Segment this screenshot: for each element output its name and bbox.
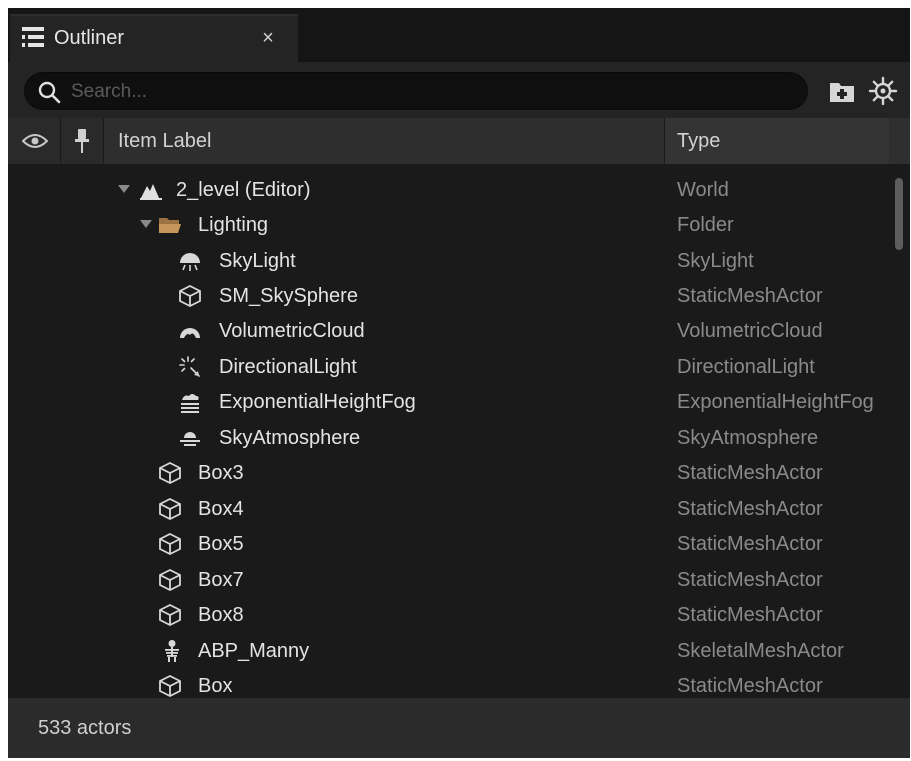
row-label: Box5: [198, 533, 244, 555]
tree-row-world[interactable]: 2_level (Editor) World: [8, 173, 888, 208]
world-icon: [140, 184, 162, 200]
scrollbar-thumb[interactable]: [895, 178, 903, 250]
search-box: [24, 72, 808, 111]
row-type: StaticMeshActor: [677, 569, 823, 591]
row-label: ExponentialHeightFog: [219, 391, 416, 413]
row-type: SkyAtmosphere: [677, 427, 819, 449]
static-mesh-icon: [159, 674, 181, 698]
outliner-tree: 2_level (Editor) World Lighting Folder S…: [8, 164, 888, 698]
static-mesh-icon: [159, 532, 181, 556]
tree-row-exponential-height-fog[interactable]: ExponentialHeightFog ExponentialHeightFo…: [8, 385, 888, 420]
search-toolbar: [8, 62, 910, 118]
pin-column-header[interactable]: [60, 118, 103, 164]
height-fog-icon: [181, 394, 199, 413]
add-folder-icon[interactable]: [828, 78, 856, 104]
tree-row-directional-light[interactable]: DirectionalLight DirectionalLight: [8, 350, 888, 385]
row-label: VolumetricCloud: [219, 320, 365, 342]
tree-row-box7[interactable]: Box7 StaticMeshActor: [8, 563, 888, 598]
row-type: World: [677, 179, 729, 201]
row-label: Box3: [198, 462, 244, 484]
row-type: StaticMeshActor: [677, 675, 823, 697]
tree-row-box8[interactable]: Box8 StaticMeshActor: [8, 598, 888, 633]
actor-count: 533 actors: [38, 717, 132, 739]
pin-icon: [75, 129, 89, 153]
tree-row-box[interactable]: Box StaticMeshActor: [8, 669, 888, 698]
row-label: SM_SkySphere: [219, 285, 358, 307]
tree-row-abp-manny[interactable]: ABP_Manny SkeletalMeshActor: [8, 634, 888, 669]
row-type: SkeletalMeshActor: [677, 640, 844, 662]
tree-row-volumetric-cloud[interactable]: VolumetricCloud VolumetricCloud: [8, 314, 888, 349]
row-type: StaticMeshActor: [677, 604, 823, 626]
tree-row-skylight[interactable]: SkyLight SkyLight: [8, 244, 888, 279]
search-icon: [38, 81, 61, 104]
close-icon[interactable]: ×: [258, 28, 278, 48]
tree-row-sm-skysphere[interactable]: SM_SkySphere StaticMeshActor: [8, 279, 888, 314]
sky-atmosphere-icon: [180, 432, 200, 446]
type-column-header[interactable]: Type: [664, 118, 889, 164]
outliner-list-icon: [22, 27, 44, 47]
outliner-panel: Outliner × Search... Item Label Type 2_l…: [8, 8, 910, 758]
settings-gear-icon[interactable]: [868, 76, 898, 106]
row-type: StaticMeshActor: [677, 498, 823, 520]
expand-arrow-icon[interactable]: [118, 185, 130, 195]
type-header-text: Type: [677, 130, 721, 152]
visibility-column-header[interactable]: [8, 118, 60, 164]
vertical-scrollbar[interactable]: [888, 164, 910, 698]
column-header: Item Label Type: [8, 118, 910, 164]
row-label: Box8: [198, 604, 244, 626]
status-bar: 533 actors: [8, 698, 910, 758]
folder-icon: [159, 218, 181, 233]
static-mesh-icon: [159, 497, 181, 521]
row-label: DirectionalLight: [219, 356, 357, 378]
expand-arrow-icon[interactable]: [140, 220, 152, 230]
row-type: StaticMeshActor: [677, 533, 823, 555]
row-label: Box7: [198, 569, 244, 591]
row-type: SkyLight: [677, 250, 754, 272]
volumetric-cloud-icon: [180, 328, 200, 338]
static-mesh-icon: [159, 568, 181, 592]
row-type: VolumetricCloud: [677, 320, 823, 342]
row-label: 2_level (Editor): [176, 179, 311, 201]
row-label: Box: [198, 675, 233, 697]
tree-row-sky-atmosphere[interactable]: SkyAtmosphere SkyAtmosphere: [8, 421, 888, 456]
row-label: ABP_Manny: [198, 640, 310, 662]
static-mesh-icon: [179, 284, 201, 308]
directional-light-icon: [179, 356, 200, 377]
static-mesh-icon: [159, 461, 181, 485]
row-label: Lighting: [198, 214, 269, 236]
row-type: StaticMeshActor: [677, 462, 823, 484]
skeletal-mesh-icon: [165, 640, 179, 662]
row-label: Box4: [198, 498, 244, 520]
row-label: SkyLight: [219, 250, 296, 272]
tree-row-box5[interactable]: Box5 StaticMeshActor: [8, 527, 888, 562]
row-type: Folder: [677, 214, 734, 236]
eye-icon: [22, 134, 48, 148]
item-label-header-text: Item Label: [118, 130, 212, 152]
tree-row-box4[interactable]: Box4 StaticMeshActor: [8, 492, 888, 527]
row-type: ExponentialHeightFog: [677, 391, 874, 413]
tab-title: Outliner: [54, 27, 125, 49]
row-type: StaticMeshActor: [677, 285, 823, 307]
search-input[interactable]: [69, 73, 793, 111]
row-label: SkyAtmosphere: [219, 427, 361, 449]
item-label-column-header[interactable]: Item Label: [103, 118, 664, 164]
skylight-icon: [180, 253, 200, 271]
tree-row-box3[interactable]: Box3 StaticMeshActor: [8, 456, 888, 491]
row-type: DirectionalLight: [677, 356, 815, 378]
tab-outliner[interactable]: Outliner ×: [10, 14, 298, 62]
tab-bar: Outliner ×: [8, 8, 910, 62]
tree-row-folder-lighting[interactable]: Lighting Folder: [8, 208, 888, 243]
static-mesh-icon: [159, 603, 181, 627]
